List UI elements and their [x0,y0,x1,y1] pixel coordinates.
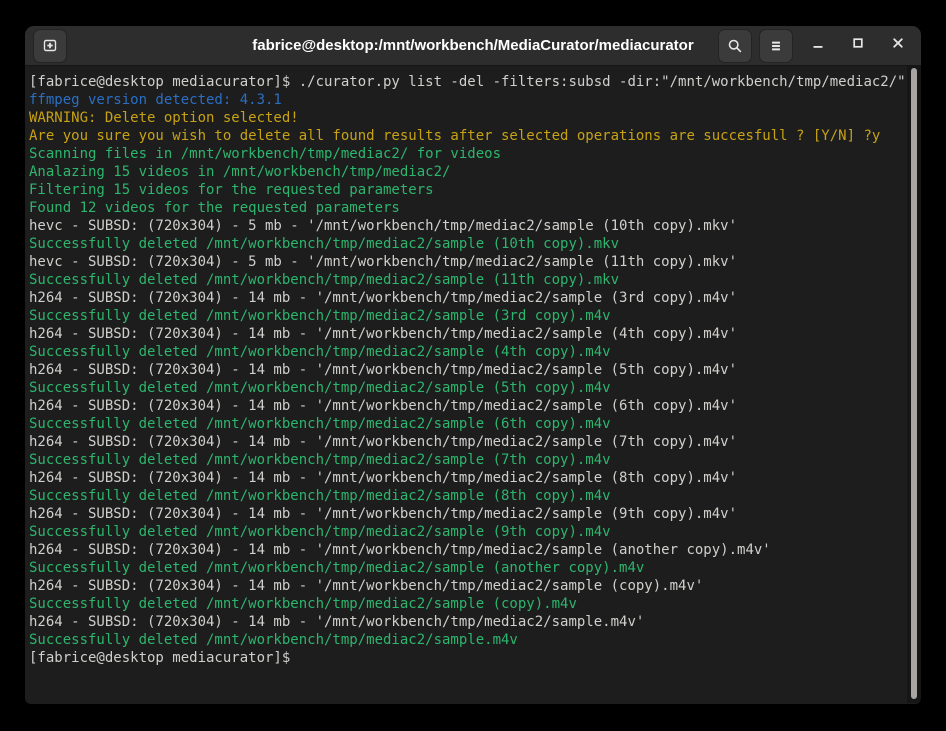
close-button[interactable] [883,29,913,63]
terminal-line: Successfully deleted /mnt/workbench/tmp/… [29,415,903,433]
minimize-icon [811,36,825,55]
terminal-line: Filtering 15 videos for the requested pa… [29,181,903,199]
terminal-line: Found 12 videos for the requested parame… [29,199,903,217]
terminal-line: h264 - SUBSD: (720x304) - 14 mb - '/mnt/… [29,397,903,415]
close-icon [891,36,905,55]
terminal-window: fabrice@desktop:/mnt/workbench/MediaCura… [25,26,921,704]
terminal-line: Successfully deleted /mnt/workbench/tmp/… [29,451,903,469]
terminal-screen[interactable]: [fabrice@desktop mediacurator]$ ./curato… [25,66,921,703]
terminal-line: Successfully deleted /mnt/workbench/tmp/… [29,343,903,361]
terminal-line: Successfully deleted /mnt/workbench/tmp/… [29,307,903,325]
terminal-line: [fabrice@desktop mediacurator]$ ./curato… [29,73,903,91]
terminal-line: h264 - SUBSD: (720x304) - 14 mb - '/mnt/… [29,433,903,451]
menu-button[interactable] [759,29,793,63]
terminal-line: Are you sure you wish to delete all foun… [29,127,903,145]
terminal-output: [fabrice@desktop mediacurator]$ ./curato… [25,66,921,667]
terminal-line: Successfully deleted /mnt/workbench/tmp/… [29,631,903,649]
terminal-line: hevc - SUBSD: (720x304) - 5 mb - '/mnt/w… [29,253,903,271]
new-tab-icon [42,38,58,54]
terminal-line: h264 - SUBSD: (720x304) - 14 mb - '/mnt/… [29,361,903,379]
terminal-line: Successfully deleted /mnt/workbench/tmp/… [29,235,903,253]
terminal-line: hevc - SUBSD: (720x304) - 5 mb - '/mnt/w… [29,217,903,235]
terminal-line: h264 - SUBSD: (720x304) - 14 mb - '/mnt/… [29,325,903,343]
terminal-line: Successfully deleted /mnt/workbench/tmp/… [29,595,903,613]
terminal-line: h264 - SUBSD: (720x304) - 14 mb - '/mnt/… [29,505,903,523]
titlebar[interactable]: fabrice@desktop:/mnt/workbench/MediaCura… [25,26,921,66]
terminal-line: h264 - SUBSD: (720x304) - 14 mb - '/mnt/… [29,469,903,487]
maximize-button[interactable] [843,29,873,63]
new-tab-button[interactable] [33,29,67,63]
terminal-line: h264 - SUBSD: (720x304) - 14 mb - '/mnt/… [29,289,903,307]
terminal-line: Scanning files in /mnt/workbench/tmp/med… [29,145,903,163]
scrollbar-thumb[interactable] [911,68,917,699]
terminal-line: ffmpeg version detected: 4.3.1 [29,91,903,109]
terminal-line: Analazing 15 videos in /mnt/workbench/tm… [29,163,903,181]
terminal-line: h264 - SUBSD: (720x304) - 14 mb - '/mnt/… [29,541,903,559]
search-button[interactable] [718,29,752,63]
search-icon [727,38,743,54]
terminal-line: Successfully deleted /mnt/workbench/tmp/… [29,487,903,505]
terminal-line: [fabrice@desktop mediacurator]$ [29,649,903,667]
hamburger-menu-icon [769,39,783,53]
terminal-line: Successfully deleted /mnt/workbench/tmp/… [29,379,903,397]
scrollbar-track[interactable] [907,66,921,703]
terminal-line: Successfully deleted /mnt/workbench/tmp/… [29,523,903,541]
terminal-line: Successfully deleted /mnt/workbench/tmp/… [29,271,903,289]
terminal-line: WARNING: Delete option selected! [29,109,903,127]
terminal-line: h264 - SUBSD: (720x304) - 14 mb - '/mnt/… [29,577,903,595]
terminal-line: h264 - SUBSD: (720x304) - 14 mb - '/mnt/… [29,613,903,631]
minimize-button[interactable] [803,29,833,63]
maximize-icon [851,36,865,55]
terminal-line: Successfully deleted /mnt/workbench/tmp/… [29,559,903,577]
